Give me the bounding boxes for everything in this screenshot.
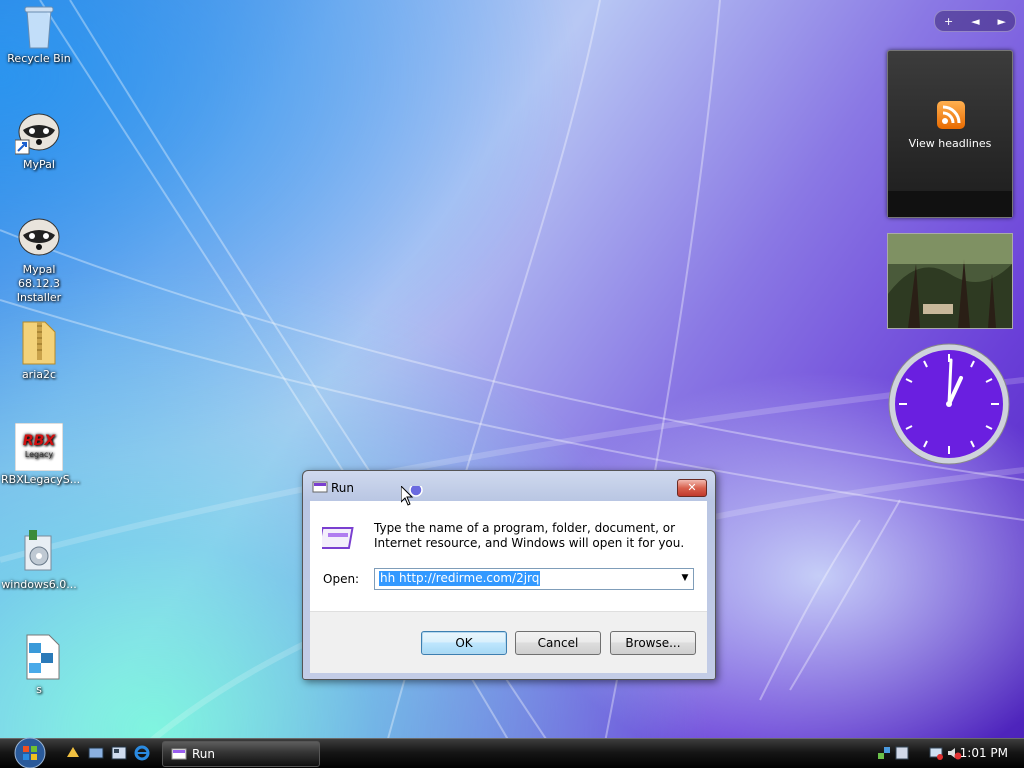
open-label: Open: xyxy=(323,572,360,586)
desktop-icon-label: RBXLegacyS... xyxy=(1,473,81,486)
open-combobox[interactable]: hh http://redirme.com/2jrq ▼ xyxy=(374,568,694,590)
desktop-icon-label: MyPal xyxy=(23,158,55,171)
photo-slideshow-icon xyxy=(888,234,1012,328)
rss-icon xyxy=(937,101,965,129)
run-icon xyxy=(171,748,187,760)
desktop-icon-label: Recycle Bin xyxy=(7,52,71,65)
browse-button[interactable]: Browse... xyxy=(610,631,696,655)
dialog-title: Run xyxy=(331,481,355,495)
run-large-icon xyxy=(322,527,354,549)
run-icon xyxy=(312,481,328,493)
ql-desktop-icon[interactable] xyxy=(65,745,81,761)
run-dialog: Run ✕ Type the name of a program, folder… xyxy=(302,470,716,680)
zip-folder-icon xyxy=(15,318,63,366)
taskbar-button-label: Run xyxy=(192,747,216,761)
recycle-bin-icon xyxy=(15,2,63,50)
next-gadgets-button[interactable]: ► xyxy=(998,15,1006,28)
desktop-icon-label: s xyxy=(36,683,42,696)
desktop-icon-aria2c[interactable]: aria2c xyxy=(1,318,77,382)
analog-clock-icon xyxy=(888,343,1010,465)
desktop-icon-windows-update-package[interactable]: windows6.0... xyxy=(1,528,77,592)
sidebar-controls: + ◄ ► xyxy=(934,10,1016,32)
update-icon[interactable] xyxy=(894,745,910,761)
desktop-icon-label: windows6.0... xyxy=(1,578,77,591)
desktop-icon-rbxlegacy[interactable]: RBX Legacy RBXLegacyS... xyxy=(1,422,81,487)
windows-update-package-icon xyxy=(15,528,63,576)
desktop-icon-s[interactable]: s xyxy=(1,633,77,697)
security-icon[interactable] xyxy=(928,745,944,761)
script-file-icon xyxy=(15,633,63,681)
add-gadget-button[interactable]: + xyxy=(944,15,953,28)
ql-switch-windows-icon[interactable] xyxy=(88,745,104,761)
dialog-client-area: Type the name of a program, folder, docu… xyxy=(310,501,707,673)
clock-gadget[interactable] xyxy=(887,342,1011,466)
busy-cursor-icon xyxy=(401,486,423,506)
ql-media-icon[interactable] xyxy=(111,745,127,761)
close-button[interactable]: ✕ xyxy=(677,479,707,497)
ok-button[interactable]: OK xyxy=(421,631,507,655)
cancel-button[interactable]: Cancel xyxy=(515,631,601,655)
taskbar-button-run[interactable]: Run xyxy=(162,741,320,767)
rbx-legacy-icon: RBX Legacy xyxy=(14,422,64,472)
desktop-icon-label: Mypal 68.12.3 Installer xyxy=(16,263,62,304)
desktop-icon-label: aria2c xyxy=(21,368,57,381)
desktop-icon-recycle-bin[interactable]: Recycle Bin xyxy=(1,2,77,66)
svg-text:RBX: RBX xyxy=(23,433,56,449)
system-tray: 1:01 PM xyxy=(868,739,1024,768)
raccoon-shortcut-icon xyxy=(14,108,63,156)
dialog-description: Type the name of a program, folder, docu… xyxy=(374,521,685,550)
raccoon-installer-icon xyxy=(15,213,63,261)
network-icon[interactable] xyxy=(876,745,892,761)
view-headlines-link[interactable]: View headlines xyxy=(888,137,1012,150)
windows-orb-icon[interactable] xyxy=(10,736,50,768)
desktop-icon-mypal-installer[interactable]: Mypal 68.12.3 Installer xyxy=(1,213,77,305)
internet-explorer-icon[interactable] xyxy=(134,745,150,761)
open-input-selected-text[interactable]: hh http://redirme.com/2jrq xyxy=(379,571,541,586)
chevron-down-icon[interactable]: ▼ xyxy=(679,572,691,584)
desktop-icon-mypal[interactable]: MyPal xyxy=(1,108,77,172)
previous-gadgets-button[interactable]: ◄ xyxy=(971,15,979,28)
slideshow-gadget[interactable] xyxy=(887,233,1013,329)
svg-text:Legacy: Legacy xyxy=(25,450,54,459)
feed-headlines-gadget[interactable]: View headlines xyxy=(887,50,1013,218)
taskbar-clock[interactable]: 1:01 PM xyxy=(960,746,1008,760)
